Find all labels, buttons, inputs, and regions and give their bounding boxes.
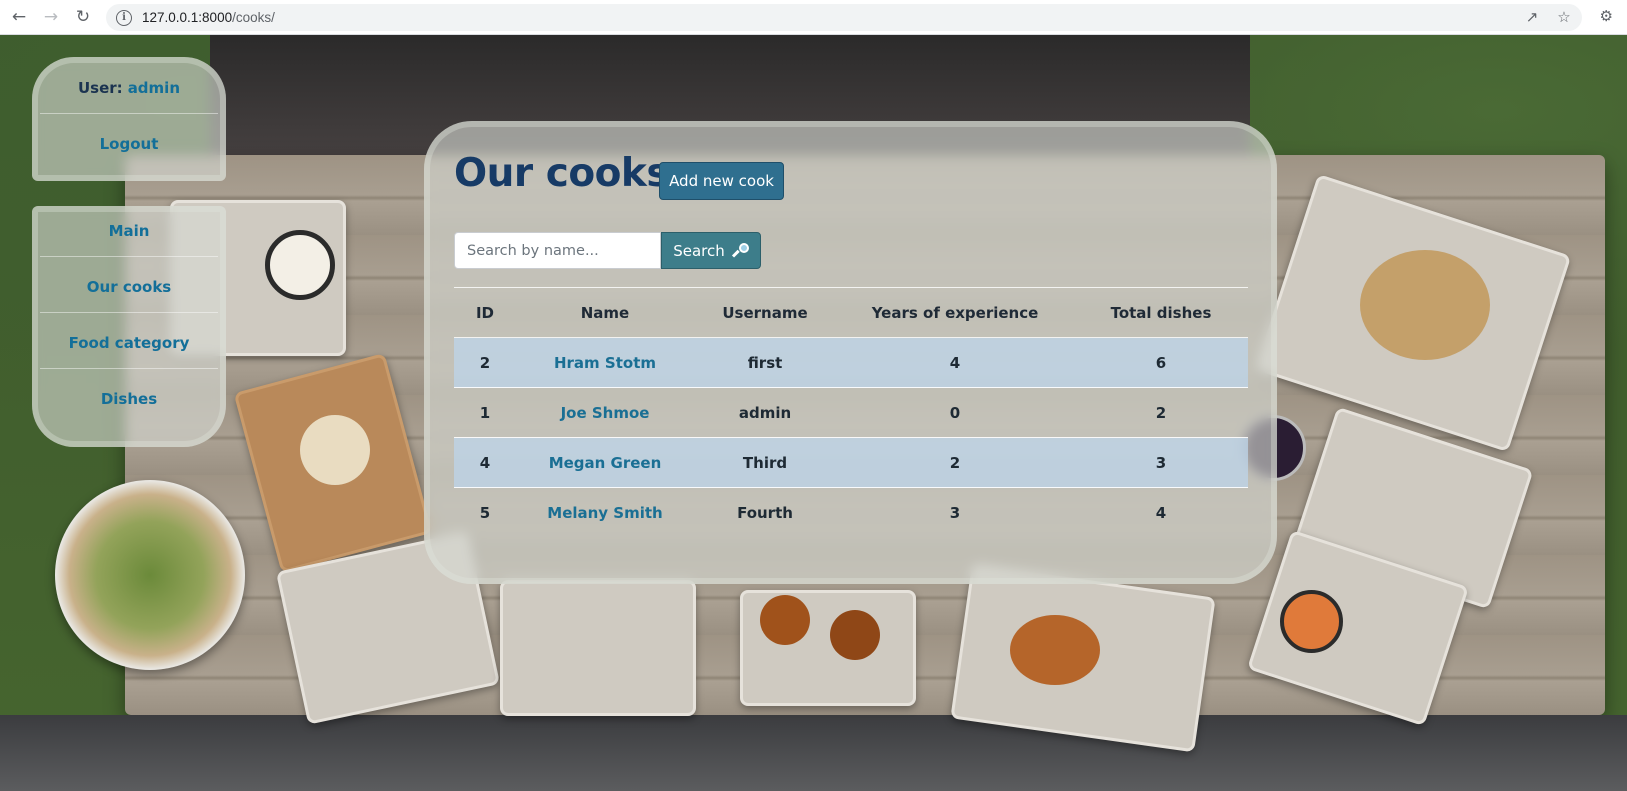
cook-name-link[interactable]: Megan Green — [549, 454, 662, 472]
cell-years: 0 — [836, 387, 1074, 438]
column-header-dishes: Total dishes — [1074, 287, 1248, 338]
cell-years: 2 — [836, 437, 1074, 488]
taco-bowl — [1360, 250, 1490, 360]
star-icon[interactable]: ☆ — [1554, 7, 1574, 27]
sidebar-item-food-category: Food category — [40, 318, 218, 369]
sidebar-item-our-cooks: Our cooks — [40, 262, 218, 313]
cell-name: Joe Shmoe — [516, 387, 694, 438]
cell-username: Third — [694, 437, 836, 488]
cell-dishes: 2 — [1074, 387, 1248, 438]
cell-username: first — [694, 337, 836, 388]
url-host: 127.0.0.1:8000 — [142, 10, 233, 25]
search-input[interactable] — [454, 232, 661, 269]
cell-id: 4 — [454, 437, 516, 488]
cell-name: Hram Stotm — [516, 337, 694, 388]
info-icon[interactable]: i — [116, 9, 132, 26]
table-row: 5 Melany Smith Fourth 3 4 — [454, 488, 1248, 538]
sidebar-item-dishes: Dishes — [40, 374, 218, 424]
arrow-right-icon[interactable]: → — [38, 4, 64, 30]
page-title: Our cooks: — [454, 151, 685, 196]
magnifier-icon — [731, 242, 749, 259]
slider — [830, 610, 880, 660]
cell-id: 1 — [454, 387, 516, 438]
cell-name: Megan Green — [516, 437, 694, 488]
cook-name-link[interactable]: Hram Stotm — [554, 354, 656, 372]
sidebar-item-main: Main — [40, 206, 218, 257]
add-new-cook-button[interactable]: Add new cook — [659, 162, 784, 200]
user-label: User: — [78, 79, 123, 97]
cook-name-link[interactable]: Joe Shmoe — [561, 404, 650, 422]
cell-dishes: 6 — [1074, 337, 1248, 388]
cell-years: 3 — [949, 503, 961, 522]
puzzle-icon[interactable]: ⚙ — [1600, 7, 1613, 25]
cell-name: Melany Smith — [516, 488, 694, 538]
cell-dishes: 3 — [1074, 437, 1248, 488]
column-header-name: Name — [516, 287, 694, 338]
column-header-id: ID — [454, 287, 516, 338]
logout-row: Logout — [40, 119, 218, 169]
browser-toolbar: ← → ↻ i 127.0.0.1:8000/cooks/ ↗ ☆ ⚙ — [0, 0, 1627, 35]
cell-dishes: 4 — [1155, 503, 1167, 522]
table-row: 2 Hram Stotm first 4 6 — [454, 337, 1248, 388]
slider — [760, 595, 810, 645]
user-info: User: admin — [40, 63, 218, 114]
cook-name-link[interactable]: Melany Smith — [547, 504, 662, 522]
arrow-left-icon[interactable]: ← — [6, 4, 32, 30]
sauce-cup — [265, 230, 335, 300]
user-panel: User: admin Logout — [32, 57, 226, 181]
biscuit — [300, 415, 370, 485]
reload-icon[interactable]: ↻ — [70, 4, 96, 30]
table-row: 4 Megan Green Third 2 3 — [454, 437, 1248, 488]
sidebar-nav: Main Our cooks Food category Dishes — [32, 206, 226, 447]
sidebar-link-our-cooks[interactable]: Our cooks — [87, 278, 171, 296]
user-name-link[interactable]: admin — [128, 79, 180, 97]
address-bar[interactable]: i 127.0.0.1:8000/cooks/ ↗ ☆ — [106, 4, 1582, 31]
sidebar-link-food-category[interactable]: Food category — [69, 334, 190, 352]
share-icon[interactable]: ↗ — [1522, 7, 1542, 27]
column-header-years: Years of experience — [836, 287, 1074, 338]
search-button[interactable]: Search — [661, 232, 761, 269]
main-panel: Our cooks: Add new cook Search ID Name U… — [424, 121, 1277, 584]
cell-id: 5 — [479, 503, 491, 522]
cell-years: 4 — [836, 337, 1074, 388]
search-button-label: Search — [673, 241, 725, 260]
salad-bowl — [55, 480, 245, 670]
fried-chicken — [1010, 615, 1100, 685]
sandwich-tray — [500, 580, 696, 716]
dip-cup — [1280, 590, 1343, 653]
cooks-table: ID Name Username Years of experience Tot… — [454, 287, 1248, 537]
cell-username: Fourth — [737, 503, 793, 522]
table-row: 1 Joe Shmoe admin 0 2 — [454, 387, 1248, 438]
url-text[interactable]: 127.0.0.1:8000/cooks/ — [142, 10, 275, 25]
logout-link[interactable]: Logout — [100, 135, 159, 153]
bench-bottom — [0, 715, 1627, 791]
sidebar-link-dishes[interactable]: Dishes — [101, 390, 157, 408]
table-header-row: ID Name Username Years of experience Tot… — [454, 287, 1248, 338]
sidebar-link-main[interactable]: Main — [109, 222, 150, 240]
column-header-username: Username — [694, 287, 836, 338]
url-path: /cooks/ — [232, 10, 275, 25]
cell-username: admin — [694, 387, 836, 438]
cell-id: 2 — [454, 337, 516, 388]
